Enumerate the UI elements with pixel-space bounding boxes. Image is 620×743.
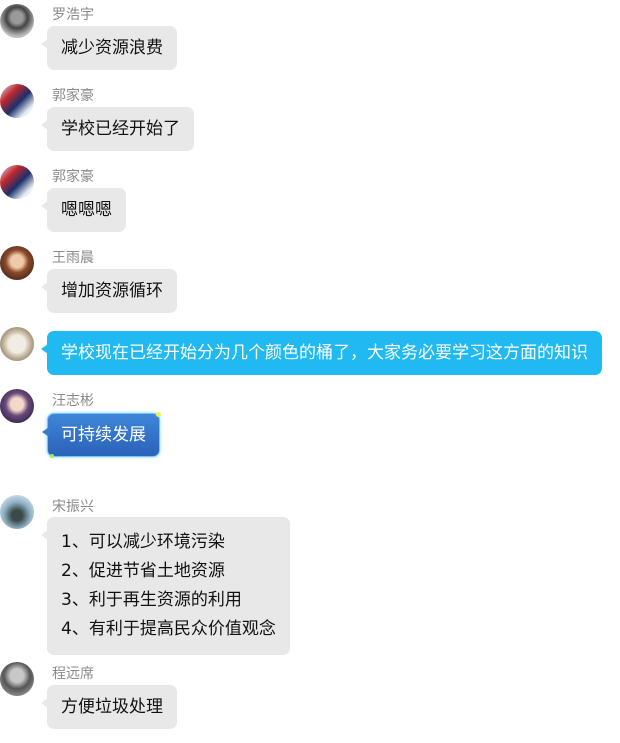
avatar[interactable] xyxy=(0,662,34,696)
message-bubble[interactable]: 1、可以减少环境污染 2、促进节省土地资源 3、利于再生资源的利用 4、有利于提… xyxy=(41,517,290,655)
avatar[interactable] xyxy=(0,4,34,38)
message-text: 可持续发展 xyxy=(61,425,146,445)
sender-name: 王雨晨 xyxy=(52,250,94,266)
avatar[interactable] xyxy=(0,495,34,529)
sender-name: 郭家豪 xyxy=(52,169,94,185)
sender-name: 郭家豪 xyxy=(52,88,94,104)
avatar[interactable] xyxy=(0,246,34,280)
sparkle-icon xyxy=(156,412,161,417)
message-bubble[interactable]: 减少资源浪费 xyxy=(41,26,177,70)
avatar[interactable] xyxy=(0,165,34,199)
message-bubble[interactable]: 方便垃圾处理 xyxy=(41,685,177,729)
message-bubble[interactable]: 学校已经开始了 xyxy=(41,107,194,151)
list-item: 1、可以减少环境污染 xyxy=(61,532,225,552)
message-bubble-highlighted[interactable]: 学校现在已经开始分为几个颜色的桶了，大家务必要学习这方面的知识 xyxy=(41,331,602,375)
list-item: 3、利于再生资源的利用 xyxy=(61,590,242,610)
sender-name: 程远席 xyxy=(52,666,94,682)
avatar[interactable] xyxy=(0,389,34,423)
message-bubble-special[interactable]: 可持续发展 xyxy=(42,412,161,458)
sender-name: 罗浩宇 xyxy=(52,7,94,23)
avatar[interactable] xyxy=(0,84,34,118)
list-item: 4、有利于提高民众价值观念 xyxy=(61,619,276,639)
message-bubble[interactable]: 嗯嗯嗯 xyxy=(41,188,126,232)
chat-message-list[interactable]: 罗浩宇 减少资源浪费 郭家豪 学校已经开始了 郭家豪 嗯嗯嗯 王雨晨 增加资源循… xyxy=(0,0,620,743)
message-bubble[interactable]: 增加资源循环 xyxy=(41,269,177,313)
avatar[interactable] xyxy=(0,327,34,361)
sender-name: 汪志彬 xyxy=(52,393,94,409)
sparkle-icon xyxy=(50,454,54,458)
list-item: 2、促进节省土地资源 xyxy=(61,561,225,581)
sender-name: 宋振兴 xyxy=(52,499,94,515)
